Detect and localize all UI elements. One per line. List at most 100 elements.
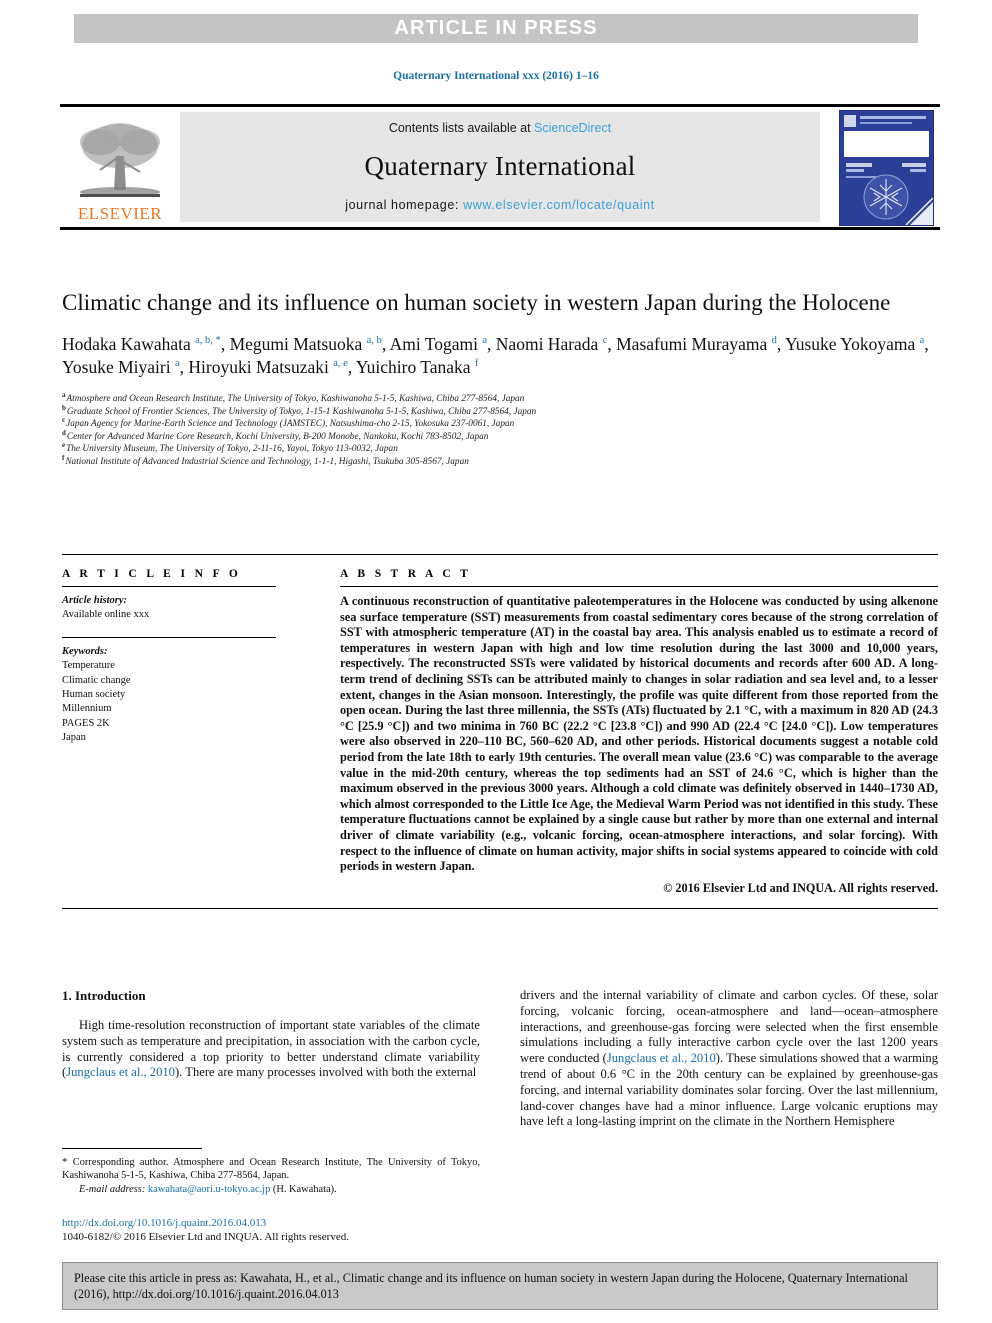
info-abstract-bottom-rule xyxy=(62,908,938,909)
article-history-label: Article history: xyxy=(62,595,128,606)
affiliation-item: dCenter for Advanced Marine Core Researc… xyxy=(62,428,938,444)
footnote-email-owner: (H. Kawahata). xyxy=(272,1183,337,1195)
affiliation-marker: e xyxy=(62,441,66,450)
article-history-block: Article history: Available online xxx xyxy=(62,594,292,623)
keyword-item: Human society xyxy=(62,689,126,701)
body-column-left: 1. Introduction High time-resolution rec… xyxy=(62,988,480,1130)
affiliation-marker: a xyxy=(62,390,66,399)
author-name: Megumi Matsuoka xyxy=(229,334,367,354)
journal-masthead: ELSEVIER Contents lists available at Sci… xyxy=(60,104,940,230)
contents-list-line: Contents lists available at ScienceDirec… xyxy=(389,121,611,135)
cover-artwork xyxy=(840,111,933,225)
author-separator: , xyxy=(607,334,617,354)
info-abstract-top-rule xyxy=(62,554,938,555)
author-name: Hiroyuki Matsuzaki xyxy=(188,357,334,377)
author-separator: , xyxy=(924,334,929,354)
article-in-press-banner: ARTICLE IN PRESS xyxy=(74,14,918,43)
homepage-prefix: journal homepage: xyxy=(345,198,464,212)
article-info-column: A R T I C L E I N F O Article history: A… xyxy=(62,560,312,896)
article-info-rule-2 xyxy=(62,636,276,638)
keywords-label: Keywords: xyxy=(62,645,108,657)
author-separator: , xyxy=(487,334,496,354)
affiliation-item: aAtmosphere and Ocean Research Institute… xyxy=(62,390,938,406)
keyword-item: Japan xyxy=(62,732,86,744)
author-name: Naomi Harada xyxy=(495,334,603,354)
journal-homepage-link[interactable]: www.elsevier.com/locate/quaint xyxy=(463,198,655,212)
contents-prefix: Contents lists available at xyxy=(388,121,535,135)
keyword-item: PAGES 2K xyxy=(62,717,110,729)
intro-paragraph-right: drivers and the internal variability of … xyxy=(520,988,938,1130)
affiliation-text: Atmosphere and Ocean Research Institute,… xyxy=(66,394,525,404)
masthead-top-rule xyxy=(60,104,940,107)
author-name: Yosuke Miyairi xyxy=(62,357,175,377)
article-page: ARTICLE IN PRESS Quaternary Internationa… xyxy=(0,0,992,1323)
author-affiliation-marker: a, b, * xyxy=(195,335,221,347)
issn-copyright: 1040-6182/© 2016 Elsevier Ltd and INQUA.… xyxy=(62,1231,349,1243)
doi-link[interactable]: http://dx.doi.org/10.1016/j.quaint.2016.… xyxy=(62,1216,492,1230)
keywords-block: Keywords: Temperature Climatic change Huma… xyxy=(62,645,292,746)
author-separator: , xyxy=(347,357,356,377)
running-head: Quaternary International xxx (2016) 1–16 xyxy=(393,70,599,82)
intro-paragraph-left: High time-resolution reconstruction of i… xyxy=(62,1018,480,1081)
affiliation-marker: c xyxy=(62,416,66,425)
author-name: Ami Togami xyxy=(389,334,483,354)
cite-this-article-text: Please cite this article in press as: Ka… xyxy=(74,1271,908,1301)
author-list: Hodaka Kawahata a, b, *, Megumi Matsuoka… xyxy=(62,333,938,379)
abstract-copyright: © 2016 Elsevier Ltd and INQUA. All right… xyxy=(663,880,938,895)
author-name: Hodaka Kawahata xyxy=(62,334,196,354)
body-columns: 1. Introduction High time-resolution rec… xyxy=(62,988,938,1130)
author-separator: , xyxy=(776,334,785,354)
journal-cover-thumbnail xyxy=(839,110,934,226)
body-column-right: drivers and the internal variability of … xyxy=(520,988,938,1130)
corresponding-author-footnote: * Corresponding author. Atmosphere and O… xyxy=(62,1148,480,1196)
article-history-value: Available online xxx xyxy=(62,609,150,621)
elsevier-logo: ELSEVIER xyxy=(66,112,174,222)
title-block: Climatic change and its influence on hum… xyxy=(62,288,938,469)
affiliation-item: cJapan Agency for Marine-Earth Science a… xyxy=(62,416,938,431)
abstract-column: A B S T R A C T A continuous reconstruct… xyxy=(312,560,938,896)
affiliation-text: National Institute of Advanced Industria… xyxy=(65,456,469,467)
footnote-email-line: E-mail address: kawahata@aori.u-tokyo.ac… xyxy=(62,1183,480,1196)
author-separator: , xyxy=(381,334,390,354)
author-affiliation-marker: f xyxy=(474,358,479,370)
author-name: Yuichiro Tanaka xyxy=(355,357,475,377)
affiliation-text: Center for Advanced Marine Core Research… xyxy=(66,431,489,442)
affiliation-item: eThe University Museum, The University o… xyxy=(62,441,938,456)
sciencedirect-link[interactable]: ScienceDirect xyxy=(534,121,611,135)
footnote-corresponding-text: * Corresponding author. Atmosphere and O… xyxy=(62,1156,480,1183)
citation-jungclaus-right[interactable]: Jungclaus et al., 2010 xyxy=(607,1051,716,1065)
affiliation-marker: f xyxy=(62,453,65,462)
section-title-introduction: 1. Introduction xyxy=(62,988,146,1003)
author-name: Masafumi Murayama xyxy=(616,334,772,354)
affiliation-text: Graduate School of Frontier Sciences, Th… xyxy=(66,406,537,417)
elsevier-tree-icon xyxy=(80,123,160,197)
affiliation-item: fNational Institute of Advanced Industri… xyxy=(62,453,938,469)
masthead-panel: Contents lists available at ScienceDirec… xyxy=(180,112,820,222)
affiliation-item: bGraduate School of Frontier Sciences, T… xyxy=(62,403,938,419)
keyword-item: Temperature xyxy=(62,660,115,672)
author-affiliation-marker: a, e xyxy=(333,358,348,370)
abstract-heading: A B S T R A C T xyxy=(340,568,472,580)
footnote-corresponding: Corresponding author. Atmosphere and Oce… xyxy=(62,1157,480,1182)
footnote-rule xyxy=(62,1148,202,1149)
journal-homepage-line: journal homepage: www.elsevier.com/locat… xyxy=(345,198,655,212)
affiliation-text: Japan Agency for Marine-Earth Science an… xyxy=(66,419,515,430)
info-abstract-section: A R T I C L E I N F O Article history: A… xyxy=(62,554,938,909)
footnote-email-label: E-mail address: xyxy=(79,1183,146,1195)
article-info-rule-1 xyxy=(62,586,276,587)
affiliation-marker: b xyxy=(62,403,66,412)
page-title: Climatic change and its influence on hum… xyxy=(62,290,891,315)
doi-block: http://dx.doi.org/10.1016/j.quaint.2016.… xyxy=(62,1216,492,1244)
elsevier-wordmark: ELSEVIER xyxy=(77,204,163,223)
affiliation-list: aAtmosphere and Ocean Research Institute… xyxy=(62,390,938,469)
abstract-text: A continuous reconstruction of quantitat… xyxy=(340,594,938,874)
citation-jungclaus-left[interactable]: Jungclaus et al., 2010 xyxy=(66,1065,175,1079)
article-info-heading: A R T I C L E I N F O xyxy=(62,568,242,580)
keywords-values: Temperature Climatic change Human society M… xyxy=(62,659,292,745)
affiliation-marker: d xyxy=(62,428,66,437)
affiliation-text: The University Museum, The University of… xyxy=(66,444,398,455)
journal-title: Quaternary International xyxy=(364,151,636,181)
footnote-email-link[interactable]: kawahata@aori.u-tokyo.ac.jp xyxy=(148,1184,270,1195)
masthead-bottom-rule xyxy=(60,227,940,230)
author-name: Yusuke Yokoyama xyxy=(785,334,920,354)
